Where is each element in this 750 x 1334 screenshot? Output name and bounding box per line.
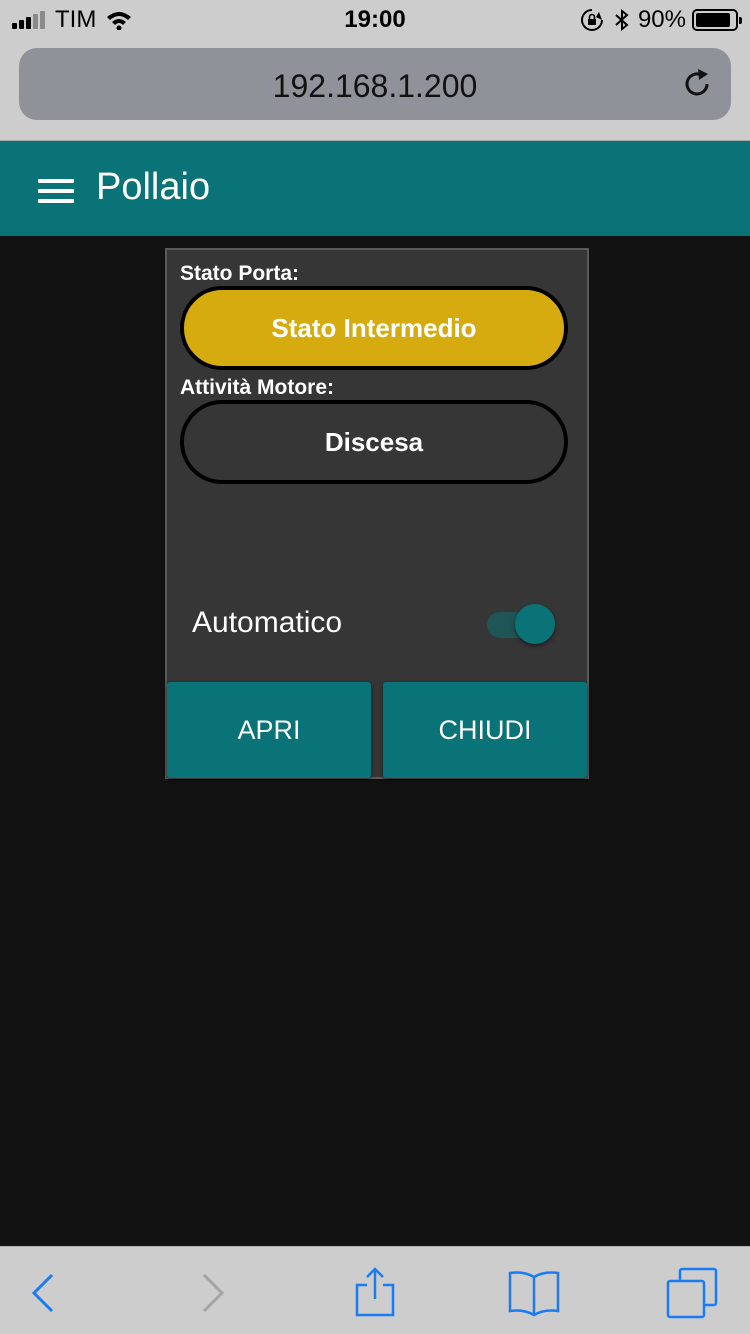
motor-activity-label: Attività Motore:	[180, 376, 334, 399]
battery-icon	[692, 9, 742, 31]
app-header: Pollaio	[0, 141, 750, 236]
rotation-lock-icon	[580, 9, 603, 31]
forward-icon[interactable]	[184, 1265, 240, 1321]
battery-fill	[696, 13, 731, 27]
door-state-label: Stato Porta:	[180, 262, 300, 285]
door-control-card: Stato Porta: Stato Intermedio Attività M…	[165, 248, 589, 779]
automatic-toggle[interactable]	[485, 602, 557, 646]
address-bar[interactable]: 192.168.1.200	[19, 48, 731, 120]
back-icon[interactable]	[16, 1265, 72, 1321]
open-button[interactable]: APRI	[167, 682, 371, 778]
toggle-knob[interactable]	[515, 604, 555, 644]
motor-activity-indicator: Discesa	[180, 400, 568, 484]
status-bar: TIM 19:00 90%	[0, 0, 750, 40]
tabs-icon[interactable]	[664, 1265, 720, 1321]
automatic-label: Automatico	[192, 606, 343, 639]
share-icon[interactable]	[347, 1265, 403, 1321]
page-title: Pollaio	[96, 166, 211, 208]
bluetooth-icon	[615, 8, 629, 32]
reload-icon[interactable]	[679, 66, 715, 102]
close-button[interactable]: CHIUDI	[383, 682, 587, 778]
browser-address-area: 192.168.1.200	[0, 40, 750, 141]
bookmarks-icon[interactable]	[506, 1265, 562, 1321]
door-state-indicator: Stato Intermedio	[180, 286, 568, 370]
menu-icon[interactable]	[38, 179, 74, 203]
battery-percent: 90%	[637, 6, 686, 33]
status-right: 90%	[580, 6, 742, 33]
browser-toolbar	[0, 1246, 750, 1334]
url-text[interactable]: 192.168.1.200	[19, 68, 731, 105]
